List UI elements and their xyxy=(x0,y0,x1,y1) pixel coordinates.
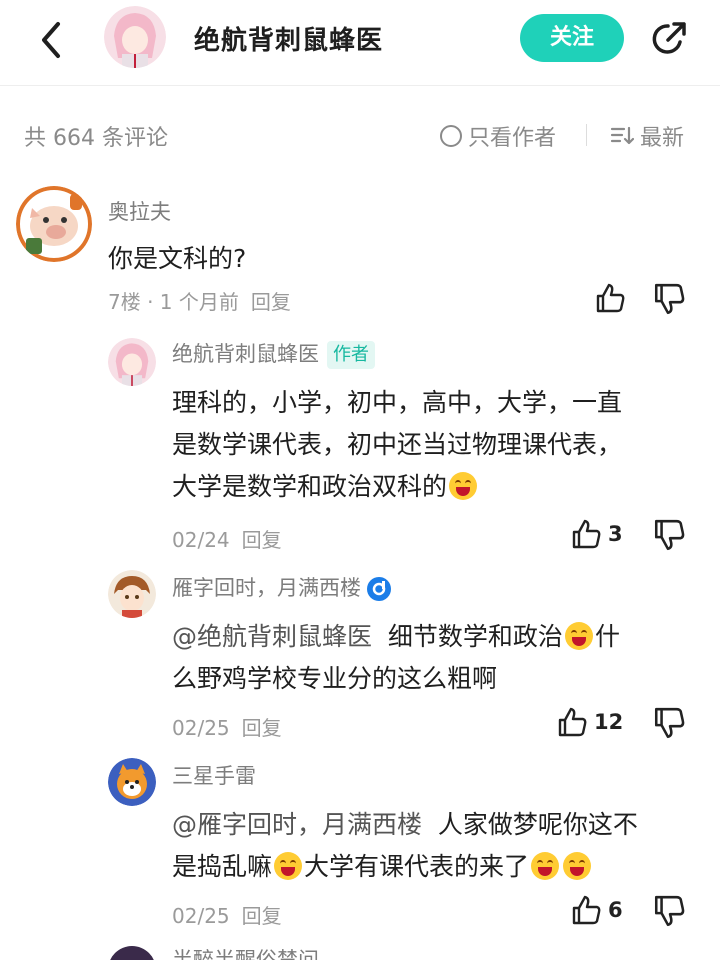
dislike-button[interactable] xyxy=(652,706,686,740)
reply-date: 02/25 xyxy=(172,904,230,928)
comment-author[interactable]: 奥拉夫 xyxy=(108,196,171,226)
reply-text-span: 大学有课代表的来了 xyxy=(304,852,530,881)
reply-item: 三星手雷 @雁字回时，月满西楼 人家做梦呢你这不 是捣乱嘛 大学有课代表的来了 0… xyxy=(0,748,720,938)
reply-meta: 02/24 回复 xyxy=(172,524,282,553)
top-bar: 绝航背刺鼠蜂医 关注 xyxy=(0,0,720,86)
comment-toolbar: 共 664 条评论 只看作者 最新 xyxy=(0,104,720,164)
chevron-left-icon xyxy=(42,22,60,58)
reply-item: 雁字回时，月满西楼 @绝航背刺鼠蜂医 细节数学和政治 什 么野鸡学校专业分的这么粗… xyxy=(0,560,720,750)
emoji-icon xyxy=(531,852,560,880)
avatar[interactable] xyxy=(16,186,92,262)
reply-meta: 02/25 回复 xyxy=(172,712,282,741)
thumbs-down-icon xyxy=(654,519,685,551)
like-button[interactable]: 12 xyxy=(556,706,623,738)
reply-author: 雁字回时，月满西楼 xyxy=(172,572,391,602)
share-button[interactable] xyxy=(646,18,690,62)
reply-author-name[interactable]: 绝航背刺鼠蜂医 xyxy=(172,342,319,366)
reply-button[interactable]: 回复 xyxy=(242,716,282,740)
sort-button[interactable]: 最新 xyxy=(610,120,684,152)
reply-text-span: 是捣乱嘛 xyxy=(172,852,273,881)
thumbs-up-icon xyxy=(572,519,601,549)
like-count: 3 xyxy=(608,522,623,546)
like-button[interactable] xyxy=(594,282,626,314)
thumbs-down-icon xyxy=(654,707,685,739)
mention-link[interactable]: @绝航背刺鼠蜂医 xyxy=(172,622,372,651)
reply-text-line: 是数学课代表，初中还当过物理课代表， xyxy=(172,430,623,459)
page-title: 绝航背刺鼠蜂医 xyxy=(194,26,384,56)
thumbs-up-icon xyxy=(558,707,587,737)
reply-text-line: 是捣乱嘛 大学有课代表的来了 xyxy=(172,846,638,888)
reply-text-line: @绝航背刺鼠蜂医 细节数学和政治 什 xyxy=(172,616,620,658)
reply-button[interactable]: 回复 xyxy=(242,528,282,552)
reply-meta: 02/25 回复 xyxy=(172,900,282,929)
reply-date: 02/25 xyxy=(172,716,230,740)
avatar[interactable] xyxy=(108,338,156,386)
comment-time: 7楼 · 1 个月前 xyxy=(108,290,239,314)
thumbs-down-icon xyxy=(654,895,685,927)
reply-text-line: 么野鸡学校专业分的这么粗啊 xyxy=(172,664,498,693)
follow-button[interactable]: 关注 xyxy=(520,14,624,62)
divider xyxy=(586,124,587,146)
mention-link[interactable]: @雁字回时，月满西楼 xyxy=(172,810,422,839)
like-count: 6 xyxy=(608,898,623,922)
verified-icon xyxy=(367,577,391,601)
reply-author-name[interactable]: 雁字回时，月满西楼 xyxy=(172,576,361,600)
dislike-button[interactable] xyxy=(652,518,686,552)
emoji-icon xyxy=(564,622,593,650)
reply-text-span: 人家做梦呢你这不 xyxy=(437,810,638,839)
like-button[interactable]: 3 xyxy=(570,518,623,550)
comment-item: 奥拉夫 你是文科的? 7楼 · 1 个月前 回复 xyxy=(0,180,720,320)
back-button[interactable] xyxy=(34,20,70,60)
author-only-label: 只看作者 xyxy=(468,126,557,151)
reply-text-span: 什 xyxy=(594,622,620,651)
avatar[interactable] xyxy=(108,946,156,960)
author-only-toggle[interactable]: 只看作者 xyxy=(440,120,556,152)
comment-meta: 7楼 · 1 个月前 回复 xyxy=(108,286,291,315)
thumbs-up-icon xyxy=(572,895,601,925)
author-badge: 作者 xyxy=(327,341,375,369)
reply-author-name[interactable]: 三星手雷 xyxy=(172,760,256,790)
avatar[interactable] xyxy=(108,570,156,618)
sort-icon xyxy=(610,126,634,145)
emoji-icon xyxy=(563,852,592,880)
reply-item: 绝航背刺鼠蜂医 作者 理科的，小学，初中，高中，大学，一直 是数学课代表，初中还当… xyxy=(0,330,720,560)
avatar[interactable] xyxy=(108,758,156,806)
reply-date: 02/24 xyxy=(172,528,230,552)
radio-icon xyxy=(440,125,462,147)
reply-text-line: 理科的，小学，初中，高中，大学，一直 xyxy=(172,388,623,417)
dislike-button[interactable] xyxy=(652,282,686,316)
dislike-button[interactable] xyxy=(652,894,686,928)
share-icon xyxy=(652,22,686,54)
thumbs-down-icon xyxy=(654,283,685,315)
sort-label: 最新 xyxy=(640,126,685,151)
like-count: 12 xyxy=(594,710,624,734)
reply-button[interactable]: 回复 xyxy=(242,904,282,928)
reply-text-span: 大学是数学和政治双科的 xyxy=(172,472,448,501)
reply-text: @雁字回时，月满西楼 人家做梦呢你这不 是捣乱嘛 大学有课代表的来了 xyxy=(172,804,638,888)
like-button[interactable]: 6 xyxy=(570,894,623,926)
reply-text: 理科的，小学，初中，高中，大学，一直 是数学课代表，初中还当过物理课代表， 大学… xyxy=(172,382,622,508)
thumbs-up-icon xyxy=(596,283,625,313)
reply-author-name[interactable]: 半醉半醒俗禁问 xyxy=(172,944,319,960)
comment-count: 共 664 条评论 xyxy=(24,126,168,151)
reply-item: 半醉半醒俗禁问 xyxy=(0,938,720,960)
comment-text: 你是文科的? xyxy=(108,244,247,273)
reply-text: @绝航背刺鼠蜂医 细节数学和政治 什 么野鸡学校专业分的这么粗啊 xyxy=(172,616,620,700)
reply-button[interactable]: 回复 xyxy=(251,290,291,314)
reply-text-span: 细节数学和政治 xyxy=(387,622,563,651)
reply-text-line: @雁字回时，月满西楼 人家做梦呢你这不 xyxy=(172,804,638,846)
reply-text-line: 大学是数学和政治双科的 xyxy=(172,466,622,508)
author-avatar[interactable] xyxy=(104,6,166,68)
emoji-icon xyxy=(449,472,478,500)
reply-author: 绝航背刺鼠蜂医 作者 xyxy=(172,338,375,369)
emoji-icon xyxy=(274,852,303,880)
